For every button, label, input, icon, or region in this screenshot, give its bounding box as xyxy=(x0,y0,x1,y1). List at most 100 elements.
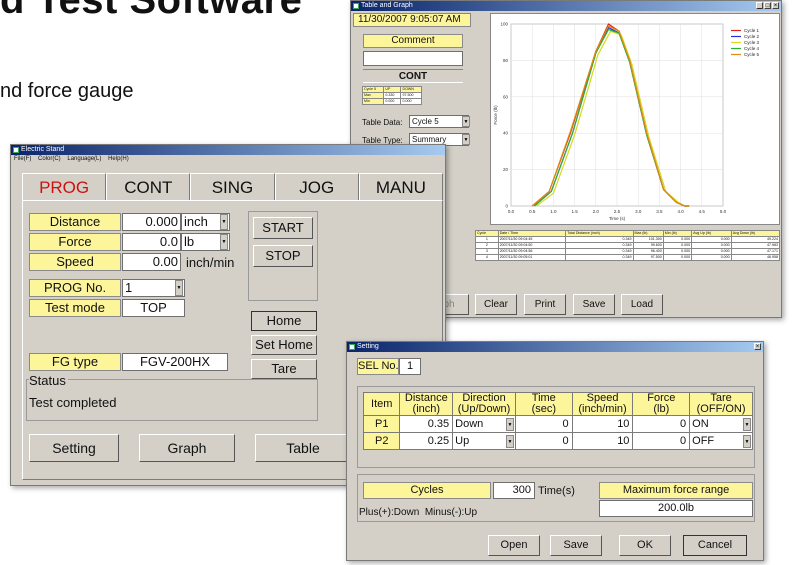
settings-header-cell: Force (lb) xyxy=(632,392,691,416)
distance-label: Distance xyxy=(29,213,121,231)
tab-jog[interactable]: JOG xyxy=(274,173,359,200)
sel-no-label: SEL No. xyxy=(357,358,399,375)
menu-language[interactable]: Language(L) xyxy=(67,156,101,162)
tare-button[interactable]: Tare xyxy=(251,359,317,379)
y-axis-label: Force (lb) xyxy=(493,105,498,125)
page-heading: d Test Software xyxy=(0,0,303,22)
force-value: 0.0 xyxy=(122,233,181,251)
home-button[interactable]: Home xyxy=(251,311,317,331)
menu-file[interactable]: File(F) xyxy=(14,156,31,162)
table-data-label: Table Data: xyxy=(362,118,403,127)
x-tick-label: 0.5 xyxy=(529,209,536,214)
settings-cell-force[interactable]: 0 xyxy=(632,432,691,450)
settings-value-direction: Down xyxy=(455,418,484,430)
app-icon xyxy=(13,147,19,153)
stop-button[interactable]: STOP xyxy=(253,245,313,267)
settings-value-time: 0 xyxy=(562,418,569,430)
comment-input[interactable] xyxy=(363,51,463,66)
table-data-select[interactable]: Cycle 5 xyxy=(409,115,469,128)
menu-color[interactable]: Color(C) xyxy=(38,156,61,162)
close-icon[interactable]: × xyxy=(754,343,761,350)
force-time-chart: 0.0 0.5 1.0 1.5 2.0 2.5 3.0 3.5 4.0 4.5 5.0 0 20 40 60… xyxy=(493,22,760,222)
setting-window: Setting × SEL No. 1 Item Distance (inch) Di… xyxy=(346,341,764,561)
mode-tabs: PROG CONT SING JOG MANU xyxy=(22,173,444,200)
settings-cell-speed[interactable]: 10 xyxy=(571,432,634,450)
settings-value-speed: 10 xyxy=(617,418,630,430)
settings-cell-time[interactable]: 0 xyxy=(514,432,573,450)
graph-button[interactable]: Graph xyxy=(139,434,235,462)
distance-value: 0.000 xyxy=(122,213,181,231)
settings-header-cell: Distance (inch) xyxy=(399,392,454,416)
direction-note: Plus(+):Down Minus(-):Up xyxy=(359,507,478,518)
fg-type-value: FGV-200HX xyxy=(122,353,228,371)
settings-value-force: 0 xyxy=(680,418,687,430)
settings-cell-tare[interactable]: ON ▼ xyxy=(689,415,753,433)
start-button[interactable]: START xyxy=(253,217,313,239)
table-row[interactable]: 4 2007/11/30 09:05:01 0.349 97.500 0.000 0.00… xyxy=(475,254,781,261)
tab-prog[interactable]: PROG xyxy=(22,173,107,200)
settings-cell-speed[interactable]: 10 xyxy=(571,415,634,433)
tab-cont[interactable]: CONT xyxy=(106,173,191,200)
menu-bar: File(F) Color(C) Language(L) Help(H) xyxy=(11,155,445,164)
settings-header-text: Item xyxy=(371,397,393,410)
ok-button[interactable]: OK xyxy=(619,535,671,556)
close-icon[interactable]: × xyxy=(772,2,779,9)
x-tick-label: 0.0 xyxy=(508,209,515,214)
settings-cell-tare[interactable]: OFF ▼ xyxy=(689,432,753,450)
set-home-button[interactable]: Set Home xyxy=(251,335,317,355)
chevron-down-icon[interactable]: ▼ xyxy=(175,280,183,296)
settings-cell-distance[interactable]: 0.25 xyxy=(399,432,454,450)
chevron-down-icon[interactable]: ▼ xyxy=(505,418,514,431)
force-label: Force xyxy=(29,233,121,251)
cycles-value[interactable]: 300 xyxy=(493,482,535,499)
x-tick-label: 4.5 xyxy=(699,209,706,214)
x-tick-label: 3.0 xyxy=(635,209,642,214)
minimize-icon[interactable]: _ xyxy=(756,2,763,9)
settings-cell-direction[interactable]: Up ▼ xyxy=(452,432,516,450)
settings-cell-force[interactable]: 0 xyxy=(632,415,691,433)
settings-cell-time[interactable]: 0 xyxy=(514,415,573,433)
cycles-unit: Time(s) xyxy=(538,485,575,497)
chevron-down-icon[interactable]: ▼ xyxy=(462,134,470,145)
settings-value-time: 0 xyxy=(562,435,569,447)
maximize-icon[interactable]: □ xyxy=(764,2,771,9)
settings-cell-distance[interactable]: 0.35 xyxy=(399,415,454,433)
sel-no-value[interactable]: 1 xyxy=(399,358,421,375)
y-tick-label: 80 xyxy=(503,58,509,63)
save-button[interactable]: Save xyxy=(573,294,615,315)
cancel-button[interactable]: Cancel xyxy=(683,535,747,556)
setting-button[interactable]: Setting xyxy=(29,434,119,462)
tab-manu[interactable]: MANU xyxy=(358,173,444,200)
speed-unit: inch/min xyxy=(186,255,235,270)
table-cell: 0.000 xyxy=(662,254,693,261)
chevron-down-icon[interactable]: ▼ xyxy=(462,116,470,127)
y-tick-label: 0 xyxy=(505,204,508,209)
tab-sing[interactable]: SING xyxy=(190,173,275,200)
open-button[interactable]: Open xyxy=(488,535,540,556)
settings-cell-direction[interactable]: Down ▼ xyxy=(452,415,516,433)
menu-help[interactable]: Help(H) xyxy=(108,156,129,162)
electric-stand-titlebar: Electric Stand xyxy=(11,145,445,155)
chevron-down-icon[interactable]: ▼ xyxy=(505,435,514,448)
test-mode-label: Test mode xyxy=(29,299,121,317)
chevron-down-icon[interactable]: ▼ xyxy=(220,214,228,230)
settings-header-cell: Item xyxy=(362,392,401,416)
mini-cell: 0.000 xyxy=(400,98,422,105)
chevron-down-icon[interactable]: ▼ xyxy=(743,418,751,431)
status-text: Test completed xyxy=(29,395,117,410)
clear-button[interactable]: Clear xyxy=(475,294,517,315)
print-button[interactable]: Print xyxy=(524,294,566,315)
table-button[interactable]: Table xyxy=(255,434,351,462)
save-button[interactable]: Save xyxy=(550,535,602,556)
table-graph-titlebar: Table and Graph _ □ × xyxy=(351,1,781,11)
legend-label: Cycle 4 xyxy=(744,46,760,51)
page-subtext: nd force gauge xyxy=(0,80,134,102)
table-cell: 0.000 xyxy=(691,254,732,261)
max-force-value: 200.0lb xyxy=(599,500,753,517)
x-tick-label: 3.5 xyxy=(656,209,663,214)
chevron-down-icon[interactable]: ▼ xyxy=(220,234,228,250)
legend-label: Cycle 5 xyxy=(744,52,760,57)
status-label: Status xyxy=(29,373,68,388)
load-button[interactable]: Load xyxy=(621,294,663,315)
chevron-down-icon[interactable]: ▼ xyxy=(743,435,751,448)
